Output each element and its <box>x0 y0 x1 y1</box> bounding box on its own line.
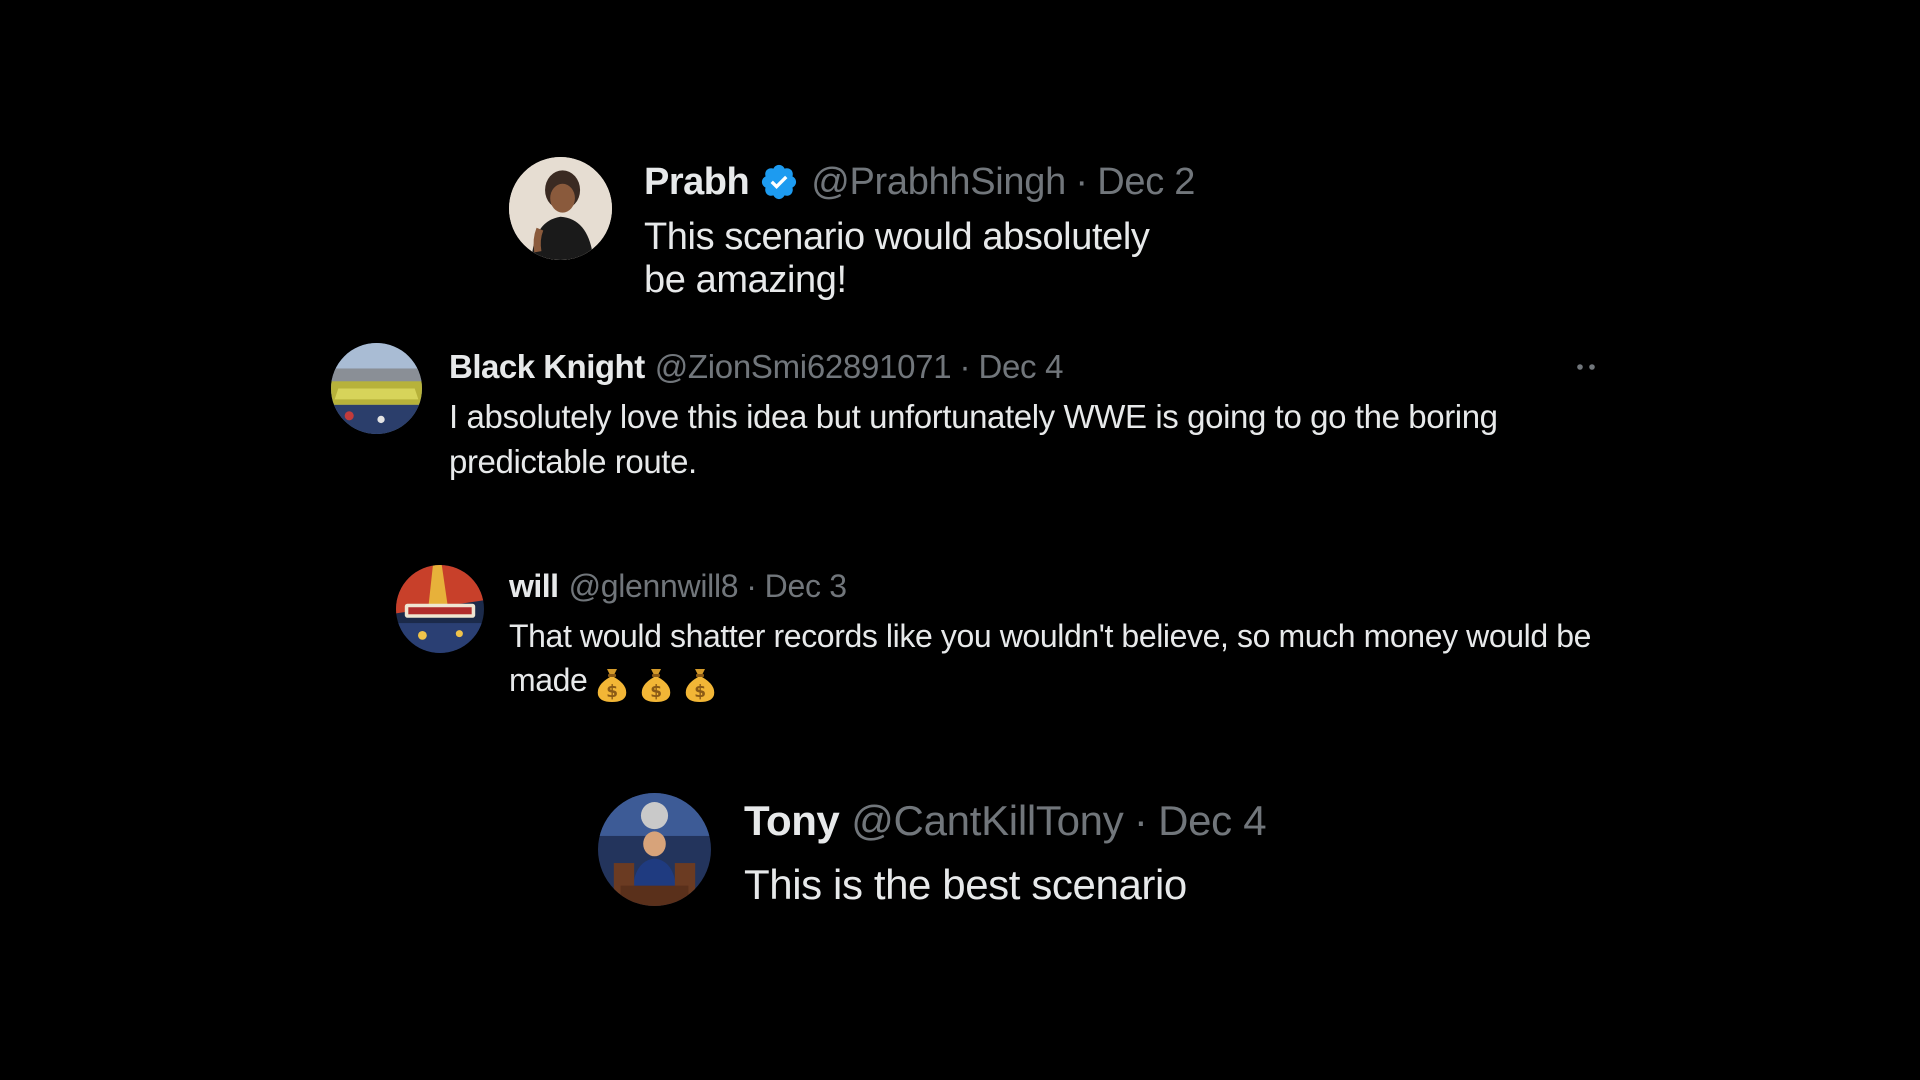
tweet-header: Tony @CantKillTony · Dec 4 <box>744 795 1267 847</box>
more-dots-icon[interactable] <box>1574 362 1598 372</box>
avatar[interactable] <box>396 565 484 653</box>
profile-photo-icon <box>509 157 612 260</box>
tweet-text: I absolutely love this idea but unfortun… <box>449 398 1498 480</box>
display-name[interactable]: Black Knight <box>449 348 645 386</box>
user-handle[interactable]: @PrabhhSingh <box>811 161 1066 204</box>
tweet-body: Tony @CantKillTony · Dec 4 This is the b… <box>744 795 1267 909</box>
separator-dot: · <box>959 348 971 385</box>
reply-collage: Prabh @PrabhhSingh · Dec 2 This scenario… <box>0 0 1920 1080</box>
tweet-date[interactable]: Dec 3 <box>765 568 847 605</box>
user-handle[interactable]: @CantKillTony <box>851 797 1123 845</box>
tweet-text-container: That would shatter records like you woul… <box>509 614 1609 703</box>
tweet-date[interactable]: Dec 4 <box>1158 797 1267 845</box>
avatar[interactable] <box>331 343 422 434</box>
tweet-header: Prabh @PrabhhSingh · Dec 2 <box>644 158 1195 206</box>
tweet-text: This is the best scenario <box>744 861 1187 908</box>
money-bag-icon: $ <box>686 668 715 702</box>
money-bag-icon: $ <box>642 668 671 702</box>
display-name[interactable]: will <box>509 568 559 605</box>
separator-dot: · <box>1133 797 1148 844</box>
casino-sign-photo-icon <box>396 565 484 653</box>
tweet-date[interactable]: Dec 2 <box>1097 161 1195 204</box>
money-bag-icon: $ <box>598 668 627 702</box>
separator-dot: · <box>746 567 757 604</box>
verified-badge-icon <box>762 164 797 200</box>
tweet-date[interactable]: Dec 4 <box>978 348 1063 386</box>
tweet-body: Prabh @PrabhhSingh · Dec 2 This scenario… <box>644 158 1195 302</box>
avatar[interactable] <box>509 157 612 260</box>
tweet-body: Black Knight @ZionSmi62891071 · Dec 4 I … <box>449 346 1609 484</box>
tweet-body: will @glennwill8 · Dec 3 That would shat… <box>509 566 1609 703</box>
user-handle[interactable]: @ZionSmi62891071 <box>655 348 952 386</box>
display-name[interactable]: Tony <box>744 797 840 845</box>
display-name[interactable]: Prabh <box>644 161 750 204</box>
user-handle[interactable]: @glennwill8 <box>569 568 739 605</box>
svg-text:$: $ <box>651 682 662 702</box>
stadium-photo-icon <box>331 343 422 434</box>
profile-photo-icon <box>598 793 711 906</box>
avatar[interactable] <box>598 793 711 906</box>
separator-dot: · <box>1075 160 1088 203</box>
svg-text:$: $ <box>607 682 618 702</box>
tweet-header: will @glennwill8 · Dec 3 <box>509 566 1609 606</box>
tweet-text: This scenario would absolutely be amazin… <box>644 216 1150 301</box>
tweet-header: Black Knight @ZionSmi62891071 · Dec 4 <box>449 346 1609 388</box>
svg-text:$: $ <box>695 682 706 702</box>
